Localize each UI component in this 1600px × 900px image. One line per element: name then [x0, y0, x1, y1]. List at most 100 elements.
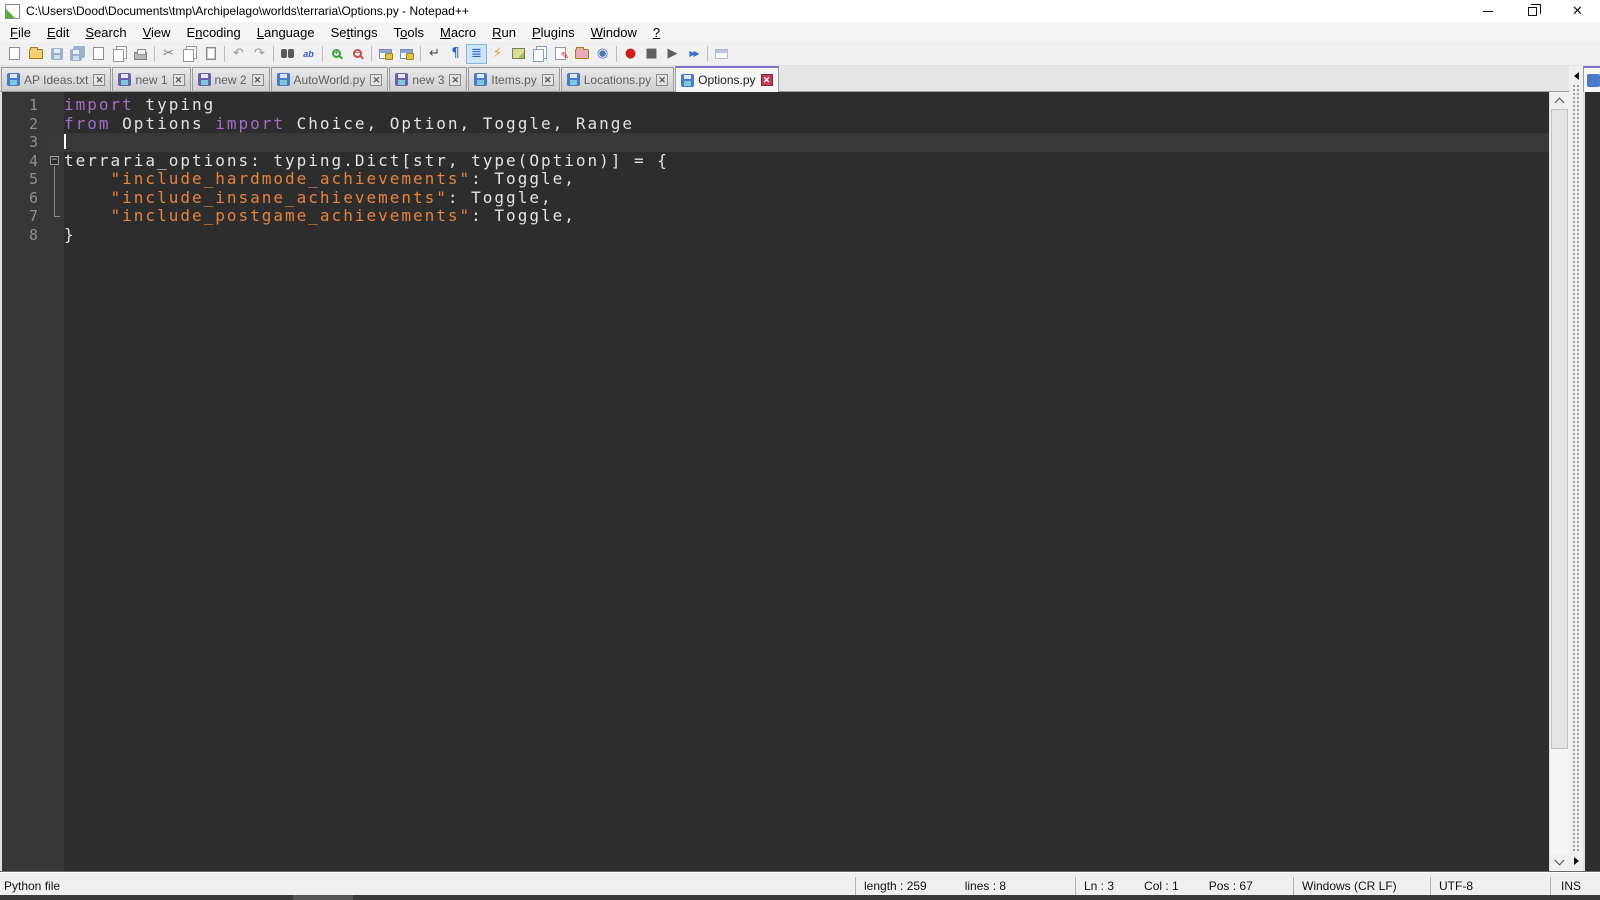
find-button[interactable]	[277, 44, 298, 64]
close-file-button[interactable]	[88, 44, 109, 64]
tab-locations-py[interactable]: Locations.py ✕	[560, 67, 675, 91]
menu-item-language[interactable]: Language	[249, 23, 323, 42]
stop-macro-recording-button[interactable]: ■	[641, 44, 662, 64]
status-encoding[interactable]: UTF-8	[1430, 877, 1550, 895]
menu-item-macro[interactable]: Macro	[432, 23, 484, 42]
scroll-down-button[interactable]	[1550, 854, 1569, 871]
scrollbar-thumb[interactable]	[1551, 109, 1568, 749]
view-splitter[interactable]	[1569, 66, 1583, 871]
status-insert-mode[interactable]: INS	[1550, 877, 1600, 895]
save-file-button[interactable]	[46, 44, 67, 64]
word-wrap-button[interactable]: ↵	[424, 44, 445, 64]
tab-new-3[interactable]: new 3 ✕	[389, 67, 468, 91]
save-recorded-macro-button[interactable]	[711, 44, 732, 64]
tab-close-icon[interactable]: ✕	[93, 73, 106, 86]
code-line-8[interactable]: 8}	[2, 225, 1549, 245]
tab-ap-ideas-txt[interactable]: AP Ideas.txt ✕	[1, 67, 112, 91]
tab-close-icon[interactable]: ✕	[251, 73, 264, 86]
function-completion-button[interactable]: ⚡	[487, 44, 508, 64]
tab-close-icon[interactable]: ✕	[656, 73, 669, 86]
tab-close-icon[interactable]: ✕	[172, 73, 185, 86]
show-all-characters-button[interactable]: ¶	[445, 44, 466, 64]
menu-item-tools[interactable]: Tools	[386, 23, 432, 42]
menu-item-view[interactable]: View	[135, 23, 179, 42]
document-switcher-button[interactable]	[529, 44, 550, 64]
start-macro-recording-button[interactable]: ●	[620, 44, 641, 64]
playback-macro-button[interactable]: ▶	[662, 44, 683, 64]
menu-item-run[interactable]: Run	[484, 23, 524, 42]
redo-button[interactable]: ↷	[249, 44, 270, 64]
edit-popup-marker-button[interactable]	[550, 44, 571, 64]
line-number: 5	[28, 170, 40, 188]
menu-item-plugins[interactable]: Plugins	[524, 23, 583, 42]
vertical-scrollbar[interactable]	[1549, 92, 1569, 871]
scroll-up-button[interactable]	[1550, 92, 1569, 109]
undo-button[interactable]: ↶	[228, 44, 249, 64]
fold-collapse-icon[interactable]: −	[50, 155, 59, 165]
save-all-button[interactable]	[67, 44, 88, 64]
secondary-view-editor[interactable]	[1583, 92, 1600, 871]
fold-margin[interactable]: −	[46, 152, 64, 170]
menu-item-settings[interactable]: Settings	[323, 23, 386, 42]
document-map-button[interactable]	[508, 44, 529, 64]
zoom-in-button[interactable]: +	[326, 44, 347, 64]
line-number: 7	[28, 207, 40, 225]
restore-button[interactable]	[1510, 0, 1555, 22]
replace-button[interactable]: ab	[298, 44, 319, 64]
menu-item-encoding[interactable]: Encoding	[179, 23, 249, 42]
new-file-button[interactable]	[4, 44, 25, 64]
copy-button[interactable]	[179, 44, 200, 64]
close-button[interactable]: ✕	[1555, 0, 1600, 22]
menu-item-help[interactable]: ?	[645, 23, 668, 42]
code-line-7[interactable]: 7 "include_postgame_achievements": Toggl…	[2, 206, 1549, 226]
code-line-6[interactable]: 6 "include_insane_achievements": Toggle,	[2, 188, 1549, 207]
tab-close-icon[interactable]: ✕	[449, 73, 462, 86]
code-line-5[interactable]: 5 "include_hardmode_achievements": Toggl…	[2, 169, 1549, 189]
cut-button[interactable]: ✂	[158, 44, 179, 64]
open-containing-folder-button[interactable]	[571, 44, 592, 64]
secondary-view-tab[interactable]	[1583, 66, 1600, 92]
code-editor[interactable]: 1 import typing 2 from Options import Choic…	[0, 92, 1549, 871]
scrollbar-track[interactable]	[1550, 749, 1569, 854]
code-line-4[interactable]: 4− terraria_options: typing.Dict[str, typ…	[2, 151, 1549, 170]
splitter-collapse-left-icon[interactable]	[1573, 72, 1579, 80]
tab-autoworld-py[interactable]: AutoWorld.py ✕	[270, 67, 389, 91]
status-bar: Python file length : 259 lines : 8 Ln : …	[0, 877, 1600, 895]
tab-new-1[interactable]: new 1 ✕	[112, 67, 191, 91]
status-lines: lines : 8	[964, 879, 1007, 893]
zoom-out-button[interactable]: −	[347, 44, 368, 64]
save-recorded-macro-icon	[715, 48, 728, 59]
close-all-button[interactable]	[109, 44, 130, 64]
menu-item-search[interactable]: Search	[77, 23, 134, 42]
notepadpp-app-icon	[5, 3, 20, 19]
paste-button[interactable]	[200, 44, 221, 64]
synchronize-horizontal-scrolling-button[interactable]	[396, 44, 417, 64]
code-text: "include_postgame_achievements": Toggle,	[110, 206, 576, 225]
tab-close-icon[interactable]: ✕	[760, 74, 773, 86]
code-line-1[interactable]: 1 import typing	[2, 95, 1549, 115]
tab-options-py[interactable]: Options.py ✕	[675, 66, 779, 92]
menu-item-window[interactable]: Window	[583, 23, 645, 42]
splitter-grip[interactable]	[1572, 84, 1580, 853]
save-file-icon	[50, 47, 63, 60]
status-eol-format[interactable]: Windows (CR LF)	[1293, 877, 1430, 895]
print-button[interactable]	[130, 44, 151, 64]
playback-macro-icon: ▶	[667, 46, 678, 61]
tab-close-icon[interactable]: ✕	[370, 73, 383, 86]
synchronize-vertical-scrolling-button[interactable]	[375, 44, 396, 64]
undo-icon: ↶	[233, 46, 244, 61]
code-line-2[interactable]: 2 from Options import Choice, Option, Tog…	[2, 114, 1549, 134]
run-macro-multiple-times-button[interactable]: ▶▶	[683, 44, 704, 64]
view-monitoring-button[interactable]: ◉	[592, 44, 613, 64]
show-indent-guide-button[interactable]: ≣	[466, 43, 487, 64]
minimize-button[interactable]	[1465, 0, 1510, 22]
line-number: 4	[28, 151, 40, 170]
tab-new-2[interactable]: new 2 ✕	[191, 67, 270, 91]
code-line-3[interactable]: 3	[2, 133, 1549, 152]
tab-items-py[interactable]: Items.py ✕	[468, 67, 560, 91]
menu-item-edit[interactable]: Edit	[39, 23, 77, 42]
menu-item-file[interactable]: File	[2, 23, 39, 42]
open-file-button[interactable]	[25, 44, 46, 64]
splitter-collapse-right-icon[interactable]	[1573, 857, 1579, 865]
tab-close-icon[interactable]: ✕	[541, 73, 554, 86]
